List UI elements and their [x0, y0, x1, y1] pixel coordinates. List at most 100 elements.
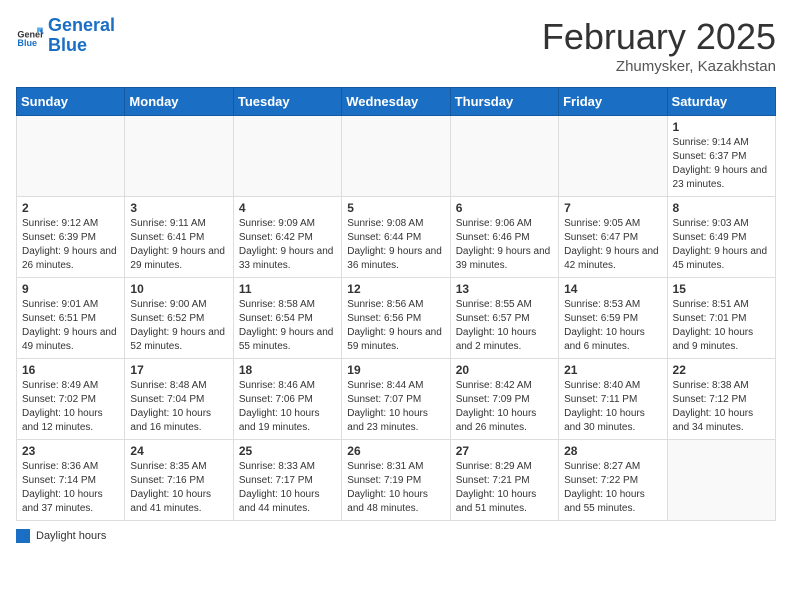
- calendar-week-row: 23Sunrise: 8:36 AM Sunset: 7:14 PM Dayli…: [17, 440, 776, 521]
- location-subtitle: Zhumysker, Kazakhstan: [542, 58, 776, 75]
- calendar-day-cell: 13 Sunrise: 8:55 AM Sunset: 6:57 PM Dayli…: [450, 278, 558, 359]
- calendar-table: SundayMondayTuesdayWednesdayThursdayFrid…: [16, 87, 776, 521]
- day-info: Sunrise: 8:27 AM Sunset: 7:22 PM Dayligh…: [564, 460, 661, 516]
- day-number: 16: [22, 363, 119, 377]
- day-number: 4: [239, 201, 336, 215]
- calendar-day-cell: 10 Sunrise: 9:00 AM Sunset: 6:52 PM Dayli…: [125, 278, 233, 359]
- day-info: Sunrise: 8:55 AM Sunset: 6:57 PM Dayligh…: [456, 298, 553, 354]
- day-info: Sunrise: 9:12 AM Sunset: 6:39 PM Dayligh…: [22, 217, 119, 273]
- legend-box: [16, 529, 30, 543]
- calendar-day-header: Thursday: [450, 88, 558, 116]
- day-info: Sunrise: 8:49 AM Sunset: 7:02 PM Dayligh…: [22, 379, 119, 435]
- day-number: 12: [347, 282, 444, 296]
- svg-text:Blue: Blue: [17, 38, 37, 48]
- calendar-day-cell: 8 Sunrise: 9:03 AM Sunset: 6:49 PM Daylig…: [667, 197, 775, 278]
- calendar-day-header: Tuesday: [233, 88, 341, 116]
- day-info: Sunrise: 9:03 AM Sunset: 6:49 PM Dayligh…: [673, 217, 770, 273]
- day-info: Sunrise: 9:06 AM Sunset: 6:46 PM Dayligh…: [456, 217, 553, 273]
- day-number: 2: [22, 201, 119, 215]
- calendar-day-cell: 19Sunrise: 8:44 AM Sunset: 7:07 PM Dayli…: [342, 359, 450, 440]
- day-info: Sunrise: 8:31 AM Sunset: 7:19 PM Dayligh…: [347, 460, 444, 516]
- day-info: Sunrise: 9:09 AM Sunset: 6:42 PM Dayligh…: [239, 217, 336, 273]
- calendar-day-cell: 26 Sunrise: 8:31 AM Sunset: 7:19 PM Dayli…: [342, 440, 450, 521]
- calendar-day-cell: 24 Sunrise: 8:35 AM Sunset: 7:16 PM Dayli…: [125, 440, 233, 521]
- calendar-header-row: SundayMondayTuesdayWednesdayThursdayFrid…: [17, 88, 776, 116]
- logo-text: General Blue: [48, 16, 115, 56]
- calendar-day-cell: 11 Sunrise: 8:58 AM Sunset: 6:54 PM Dayli…: [233, 278, 341, 359]
- day-info: Sunrise: 8:56 AM Sunset: 6:56 PM Dayligh…: [347, 298, 444, 354]
- calendar-day-cell: 14Sunrise: 8:53 AM Sunset: 6:59 PM Dayli…: [559, 278, 667, 359]
- day-number: 7: [564, 201, 661, 215]
- day-number: 21: [564, 363, 661, 377]
- day-number: 6: [456, 201, 553, 215]
- day-number: 10: [130, 282, 227, 296]
- day-info: Sunrise: 9:11 AM Sunset: 6:41 PM Dayligh…: [130, 217, 227, 273]
- calendar-day-cell: 16 Sunrise: 8:49 AM Sunset: 7:02 PM Dayli…: [17, 359, 125, 440]
- day-number: 18: [239, 363, 336, 377]
- calendar-week-row: 9 Sunrise: 9:01 AM Sunset: 6:51 PM Daylig…: [17, 278, 776, 359]
- calendar-week-row: 2 Sunrise: 9:12 AM Sunset: 6:39 PM Daylig…: [17, 197, 776, 278]
- day-info: Sunrise: 8:48 AM Sunset: 7:04 PM Dayligh…: [130, 379, 227, 435]
- calendar-day-cell: [125, 116, 233, 197]
- calendar-day-cell: 7 Sunrise: 9:05 AM Sunset: 6:47 PM Daylig…: [559, 197, 667, 278]
- day-number: 22: [673, 363, 770, 377]
- calendar-day-cell: 20 Sunrise: 8:42 AM Sunset: 7:09 PM Dayli…: [450, 359, 558, 440]
- calendar-day-cell: 2 Sunrise: 9:12 AM Sunset: 6:39 PM Daylig…: [17, 197, 125, 278]
- calendar-day-cell: 22Sunrise: 8:38 AM Sunset: 7:12 PM Dayli…: [667, 359, 775, 440]
- calendar-day-cell: 25 Sunrise: 8:33 AM Sunset: 7:17 PM Dayli…: [233, 440, 341, 521]
- day-number: 23: [22, 444, 119, 458]
- day-number: 19: [347, 363, 444, 377]
- day-info: Sunrise: 8:42 AM Sunset: 7:09 PM Dayligh…: [456, 379, 553, 435]
- day-info: Sunrise: 9:14 AM Sunset: 6:37 PM Dayligh…: [673, 136, 770, 192]
- calendar-day-cell: 5 Sunrise: 9:08 AM Sunset: 6:44 PM Daylig…: [342, 197, 450, 278]
- calendar-day-cell: [450, 116, 558, 197]
- day-number: 28: [564, 444, 661, 458]
- day-number: 9: [22, 282, 119, 296]
- day-info: Sunrise: 9:08 AM Sunset: 6:44 PM Dayligh…: [347, 217, 444, 273]
- day-number: 26: [347, 444, 444, 458]
- calendar-day-cell: 27Sunrise: 8:29 AM Sunset: 7:21 PM Dayli…: [450, 440, 558, 521]
- day-number: 14: [564, 282, 661, 296]
- calendar-day-header: Monday: [125, 88, 233, 116]
- calendar-day-cell: 4 Sunrise: 9:09 AM Sunset: 6:42 PM Daylig…: [233, 197, 341, 278]
- day-number: 8: [673, 201, 770, 215]
- calendar-day-cell: 9 Sunrise: 9:01 AM Sunset: 6:51 PM Daylig…: [17, 278, 125, 359]
- logo: General Blue General Blue: [16, 16, 115, 56]
- day-info: Sunrise: 9:01 AM Sunset: 6:51 PM Dayligh…: [22, 298, 119, 354]
- day-number: 15: [673, 282, 770, 296]
- logo-general: General: [48, 15, 115, 35]
- day-info: Sunrise: 8:46 AM Sunset: 7:06 PM Dayligh…: [239, 379, 336, 435]
- calendar-day-cell: [17, 116, 125, 197]
- day-info: Sunrise: 8:33 AM Sunset: 7:17 PM Dayligh…: [239, 460, 336, 516]
- day-number: 20: [456, 363, 553, 377]
- calendar-day-cell: [233, 116, 341, 197]
- day-info: Sunrise: 8:35 AM Sunset: 7:16 PM Dayligh…: [130, 460, 227, 516]
- day-number: 11: [239, 282, 336, 296]
- day-number: 25: [239, 444, 336, 458]
- legend: Daylight hours: [16, 529, 776, 543]
- day-number: 27: [456, 444, 553, 458]
- page-header: General Blue General Blue February 2025 …: [16, 16, 776, 75]
- calendar-week-row: 1 Sunrise: 9:14 AM Sunset: 6:37 PM Daylig…: [17, 116, 776, 197]
- calendar-day-cell: 12 Sunrise: 8:56 AM Sunset: 6:56 PM Dayli…: [342, 278, 450, 359]
- logo-icon: General Blue: [16, 22, 44, 50]
- calendar-day-cell: 1 Sunrise: 9:14 AM Sunset: 6:37 PM Daylig…: [667, 116, 775, 197]
- day-number: 1: [673, 120, 770, 134]
- day-number: 24: [130, 444, 227, 458]
- day-number: 13: [456, 282, 553, 296]
- calendar-week-row: 16 Sunrise: 8:49 AM Sunset: 7:02 PM Dayli…: [17, 359, 776, 440]
- calendar-day-cell: 23Sunrise: 8:36 AM Sunset: 7:14 PM Dayli…: [17, 440, 125, 521]
- day-info: Sunrise: 8:58 AM Sunset: 6:54 PM Dayligh…: [239, 298, 336, 354]
- day-info: Sunrise: 9:05 AM Sunset: 6:47 PM Dayligh…: [564, 217, 661, 273]
- calendar-day-cell: 6 Sunrise: 9:06 AM Sunset: 6:46 PM Daylig…: [450, 197, 558, 278]
- day-info: Sunrise: 9:00 AM Sunset: 6:52 PM Dayligh…: [130, 298, 227, 354]
- day-info: Sunrise: 8:51 AM Sunset: 7:01 PM Dayligh…: [673, 298, 770, 354]
- logo-blue: Blue: [48, 35, 87, 55]
- calendar-day-cell: 17Sunrise: 8:48 AM Sunset: 7:04 PM Dayli…: [125, 359, 233, 440]
- day-info: Sunrise: 8:40 AM Sunset: 7:11 PM Dayligh…: [564, 379, 661, 435]
- calendar-day-cell: 28 Sunrise: 8:27 AM Sunset: 7:22 PM Dayli…: [559, 440, 667, 521]
- title-block: February 2025 Zhumysker, Kazakhstan: [542, 16, 776, 75]
- day-number: 5: [347, 201, 444, 215]
- month-title: February 2025: [542, 16, 776, 58]
- calendar-day-cell: [342, 116, 450, 197]
